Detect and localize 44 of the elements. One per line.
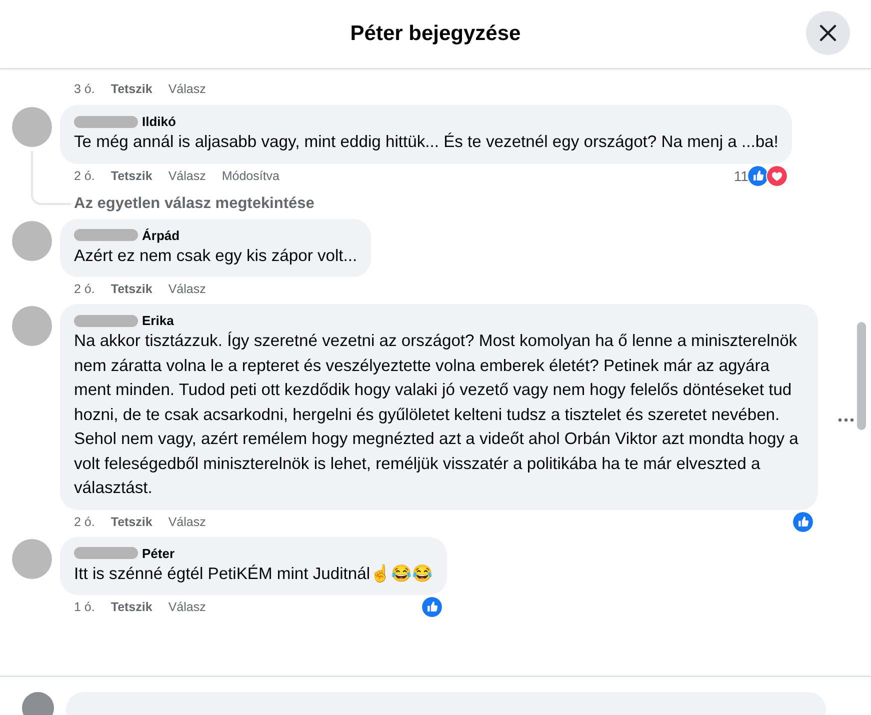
author-name[interactable]: Árpád [142, 228, 180, 242]
redaction-mark [74, 229, 138, 241]
view-replies-link[interactable]: Az egyetlen válasz megtekintése [74, 194, 314, 212]
comment-time: 3 ó. [74, 82, 95, 96]
dialog-title: Péter bejegyzése [350, 22, 521, 46]
comment-action-link[interactable]: Tetszik [110, 282, 152, 296]
redaction-mark [74, 314, 138, 326]
avatar[interactable] [12, 220, 52, 260]
comment-action-link[interactable]: Tetszik [110, 168, 152, 182]
author-name[interactable]: Ildikó [142, 114, 176, 129]
avatar [22, 692, 54, 715]
comment-text: Itt is szénné égtél PetiKÉM mint Juditnál☝😂😂 [74, 562, 434, 584]
avatar[interactable] [12, 538, 52, 578]
comment-text: Te még annál is aljasabb vagy, mint eddig hittük... És te vezetnél egy országot? Na menj a ...ba! [74, 131, 778, 153]
comment-action-link[interactable]: Válasz [168, 82, 206, 96]
comment-action-link[interactable]: Tetszik [110, 600, 152, 614]
like-reaction-icon[interactable] [421, 596, 444, 618]
more-icon [838, 418, 854, 422]
avatar[interactable] [12, 306, 52, 346]
comment-action-link[interactable]: Válasz [168, 514, 206, 528]
avatar[interactable] [12, 107, 52, 147]
scrollbar-thumb[interactable] [857, 322, 866, 430]
close-icon [819, 24, 837, 42]
comment-action-link[interactable]: Tetszik [110, 514, 152, 528]
close-button[interactable] [806, 11, 850, 55]
comment-text: Azért ez nem csak egy kis zápor volt... [74, 244, 358, 266]
comment-action-link[interactable]: Tetszik [110, 82, 152, 96]
comment-time: 2 ó. [74, 168, 95, 182]
author-name[interactable]: Péter [142, 546, 175, 560]
edited-label: Módosítva [222, 168, 280, 182]
comment-time: 2 ó. [74, 282, 95, 296]
like-reaction-icon[interactable] [747, 164, 770, 186]
heart-reaction-icon[interactable] [766, 164, 788, 186]
comment-action-link[interactable]: Válasz [168, 282, 206, 296]
comment-action-link[interactable]: Válasz [168, 168, 206, 182]
comment-text: Na akkor tisztázzuk. Így szeretné vezetni az országot? Most komolyan ha ő lenne a miniszterelnök nem záratta volna le a repteret és veszélyeztette volna emberek életét? Petinek már az agyára ment minden. Tudod peti ott kezdődik hogy valaki jó vezető vagy nem hogy felelős döntéseket tud hozni, de te csak acsarkodni, hergelni és gyűlöletet kelteni tudsz a tisztelet és szeretet nevében. Sehol nem vagy, azért remélem hogy megnézted azt a videőt ahol Orbán Viktor azt mondta hogy a volt feleségedből miniszterelnök is lehet, reméljük visszatér a politikába ha te már elveszted a választást. [74, 330, 800, 499]
redaction-mark [74, 116, 138, 128]
comment-time: 1 ó. [74, 600, 95, 614]
comment-action-link[interactable]: Válasz [168, 600, 206, 614]
comment-time: 2 ó. [74, 514, 95, 528]
redaction-mark [74, 547, 138, 559]
reaction-count: 11 [734, 168, 748, 184]
author-name[interactable]: Erika [142, 313, 174, 328]
like-reaction-icon[interactable] [792, 510, 814, 532]
